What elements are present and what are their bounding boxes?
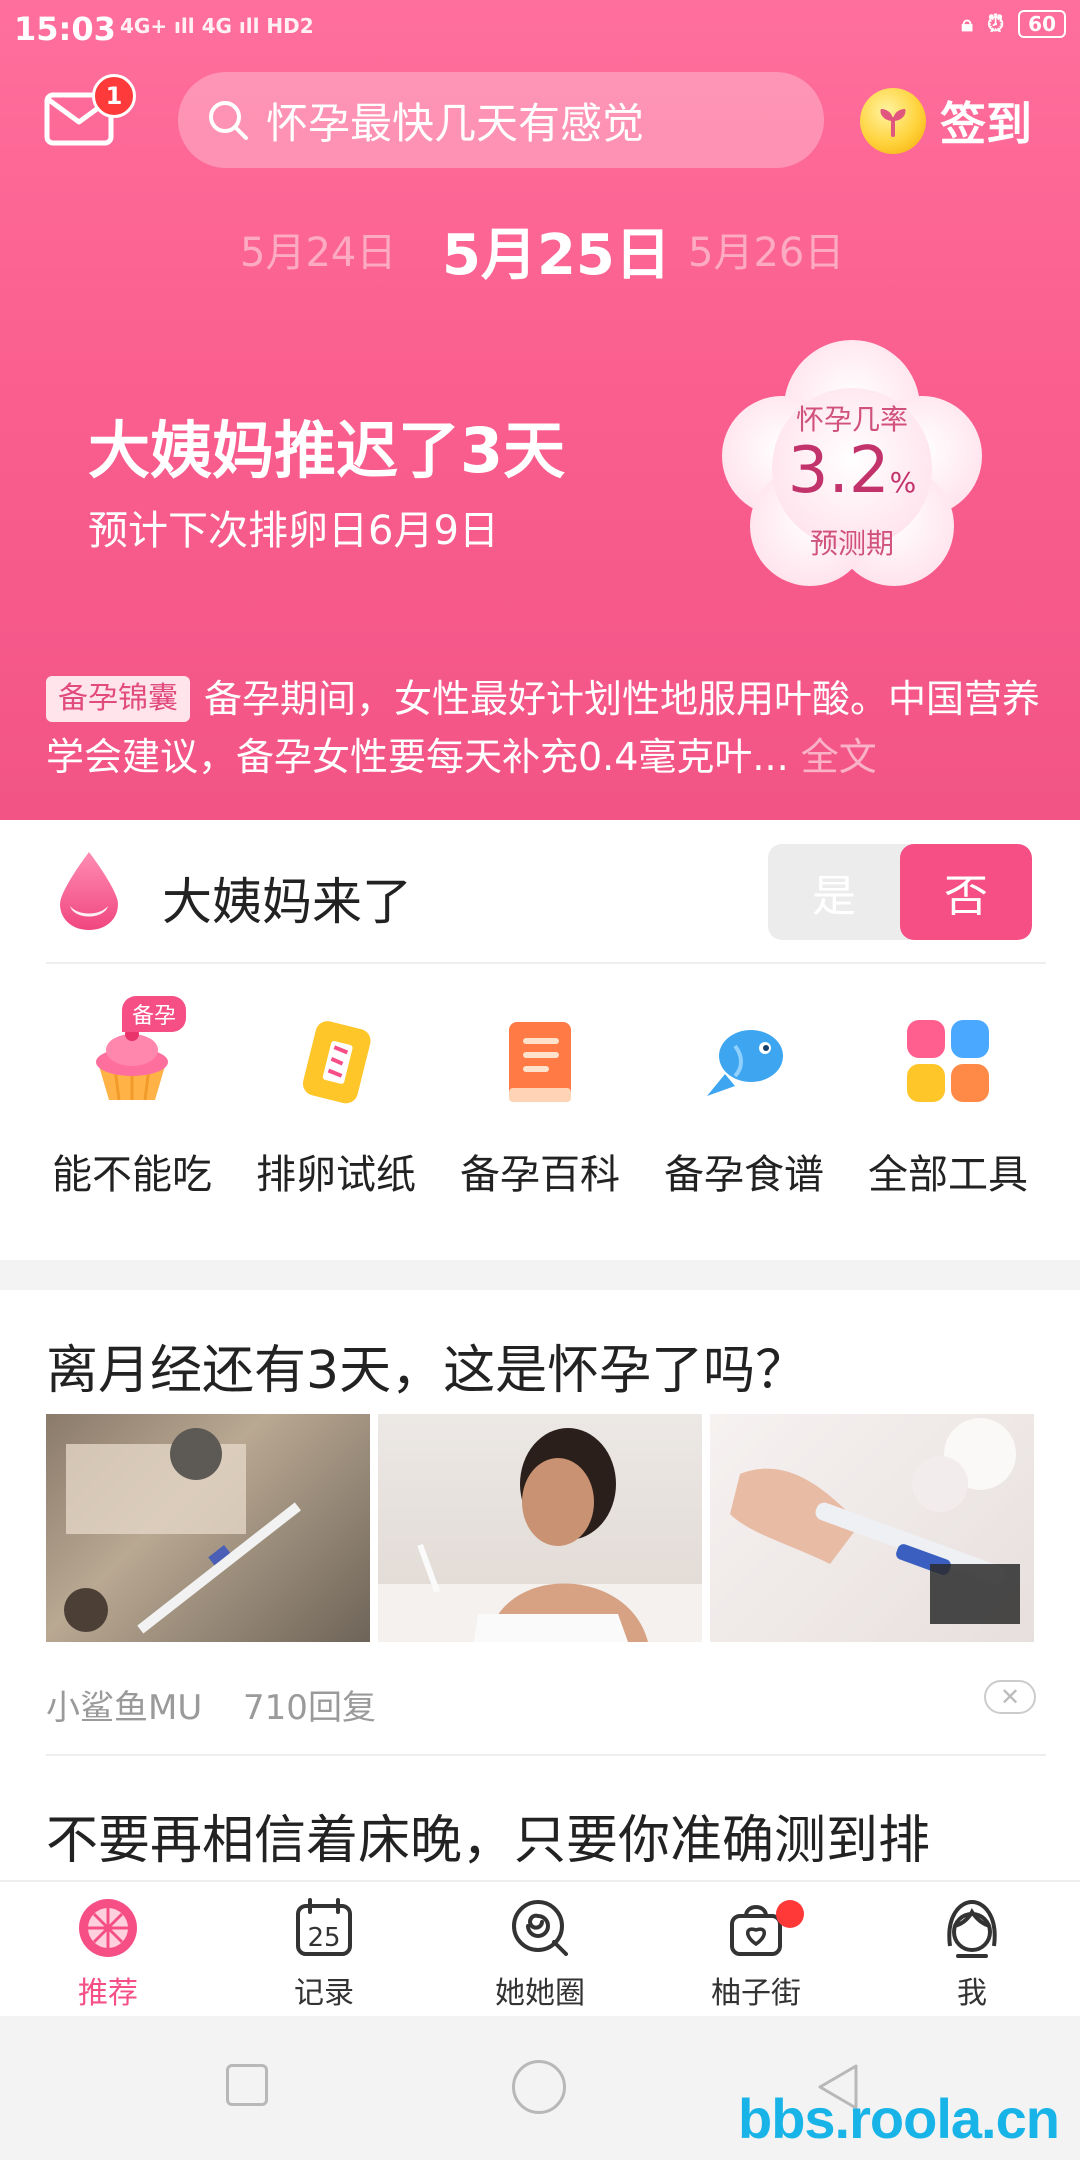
calendar-icon: 25 (296, 1898, 352, 1956)
search-bar[interactable]: 怀孕最快几天有感觉 (178, 72, 824, 168)
tool-label: 备孕食谱 (664, 1152, 824, 1198)
post-title[interactable]: 不要再相信着床晚，只要你准确测到排 (46, 1798, 930, 1873)
toggle-no[interactable]: 否 (900, 844, 1032, 940)
rate-unit: % (889, 466, 917, 499)
tab-community[interactable]: 她她圈 (432, 1882, 648, 2018)
tool-row: 备孕 能不能吃 排卵试纸 备孕百科 备孕食谱 全部工具 (0, 996, 1080, 1236)
rate-value-wrap: 3.2% (722, 434, 982, 508)
divider (46, 962, 1046, 964)
tab-label: 柚子街 (711, 1976, 801, 2011)
test-strip-icon (302, 1021, 371, 1104)
post-replies: 710回复 (243, 1688, 376, 1728)
toggle-yes[interactable]: 是 (768, 844, 900, 940)
date-prev[interactable]: 5月24日 (240, 220, 396, 278)
rate-value: 3.2 (787, 434, 890, 508)
tab-recommend[interactable]: 推荐 (0, 1882, 216, 2018)
period-toggle[interactable]: 是 否 (768, 844, 1032, 940)
grid-icon (907, 1020, 989, 1102)
date-current[interactable]: 5月25日 (442, 210, 671, 291)
rate-phase: 预测期 (809, 527, 894, 560)
hero-panel: 15:03 4G+ ıll 4G ıll HD2 🔒︎ ⏰︎ 60 1 怀孕最快… (0, 0, 1080, 820)
post-title[interactable]: 离月经还有3天，这是怀孕了吗？ (46, 1328, 807, 1403)
mail-button[interactable]: 1 (44, 74, 136, 146)
alarm-icon: ⏰︎ (986, 11, 1005, 37)
tool-recipes[interactable]: 备孕食谱 (642, 996, 846, 1236)
tab-shop[interactable]: 柚子街 (648, 1882, 864, 2018)
signin-label: 签到 (940, 97, 1032, 151)
status-time: 15:03 (14, 10, 116, 48)
coin-icon (860, 88, 926, 154)
tab-label: 记录 (294, 1976, 354, 2011)
search-icon (209, 101, 248, 140)
search-placeholder: 怀孕最快几天有感觉 (266, 98, 645, 148)
notification-dot (776, 1900, 804, 1928)
dismiss-post-button[interactable]: ✕ (984, 1680, 1036, 1714)
pregnancy-rate-badge[interactable]: 怀孕几率 3.2% 预测期 (722, 336, 982, 592)
tab-label: 她她圈 (495, 1976, 585, 2011)
signal-indicator: 4G+ ıll 4G ıll HD2 (120, 14, 314, 38)
status-bar: 15:03 4G+ ıll 4G ıll HD2 🔒︎ ⏰︎ 60 (0, 0, 1080, 56)
post-image[interactable] (378, 1414, 702, 1642)
fish-icon (707, 1030, 783, 1096)
post-images[interactable] (46, 1414, 1034, 1642)
battery-indicator: 60 (1018, 10, 1066, 38)
tab-me[interactable]: 我 (864, 1882, 1080, 2018)
rate-label: 怀孕几率 (795, 403, 908, 436)
tip-text: 备孕期间，女性最好计划性地服用叶酸。中国营养学会建议，备孕女性要每天补充0.4毫… (46, 677, 1041, 779)
period-delay-text: 大姨妈推迟了3天 (88, 414, 566, 487)
bottom-nav: 推荐 25 记录 她她圈 柚子街 我 (0, 1880, 1080, 2016)
post-image[interactable] (46, 1414, 370, 1642)
drop-icon (60, 852, 118, 930)
status-right: 🔒︎ ⏰︎ 60 (961, 10, 1066, 38)
tool-all[interactable]: 全部工具 (846, 996, 1050, 1236)
tab-label: 我 (957, 1976, 987, 2011)
post-author[interactable]: 小鲨鱼MU (46, 1688, 202, 1728)
post-meta: 小鲨鱼MU 710回复 (46, 1680, 406, 1729)
tool-encyclopedia[interactable]: 备孕百科 (438, 996, 642, 1236)
lock-icon: 🔒︎ (961, 11, 973, 37)
tool-label: 全部工具 (868, 1152, 1028, 1198)
book-icon (509, 1022, 571, 1102)
spiral-icon (512, 1900, 568, 1956)
tool-label: 能不能吃 (52, 1152, 212, 1198)
tool-ovulation-strip[interactable]: 排卵试纸 (234, 996, 438, 1236)
date-next[interactable]: 5月26日 (688, 220, 844, 278)
date-selector: 5月24日 5月25日 5月26日 (0, 210, 1080, 288)
recents-button[interactable] (226, 2064, 268, 2106)
tip-banner[interactable]: 备孕锦囊 备孕期间，女性最好计划性地服用叶酸。中国营养学会建议，备孕女性要每天补充… (46, 670, 1046, 786)
feed: 离月经还有3天，这是怀孕了吗？ 小鲨鱼MU 710回复 ✕ 不要再相信着床晚，只… (0, 1290, 1080, 1880)
tab-label: 推荐 (78, 1976, 138, 2011)
home-button[interactable] (512, 2060, 566, 2114)
tab-record[interactable]: 25 记录 (216, 1882, 432, 2018)
watermark: bbs.roola.cn (738, 2087, 1060, 2150)
signin-button[interactable]: 签到 (860, 86, 1032, 156)
post-image[interactable] (710, 1414, 1034, 1642)
period-card: 大姨妈来了 是 否 备孕 能不能吃 排卵试纸 备孕百科 备孕食谱 全部工具 (0, 820, 1080, 1260)
next-ovulation-text: 预计下次排卵日6月9日 (88, 508, 499, 554)
close-icon: ✕ (999, 1683, 1021, 1711)
grapefruit-icon (79, 1899, 137, 1957)
divider (46, 1754, 1046, 1756)
user-icon (947, 1899, 997, 1958)
tip-more-link[interactable]: 全文 (801, 735, 877, 779)
period-title: 大姨妈来了 (162, 873, 412, 931)
mail-badge: 1 (92, 74, 136, 118)
tool-badge: 备孕 (122, 996, 187, 1032)
tip-tag: 备孕锦囊 (46, 676, 190, 722)
tool-label: 排卵试纸 (256, 1152, 416, 1198)
calendar-date: 25 (307, 1923, 340, 1953)
tool-label: 备孕百科 (460, 1152, 620, 1198)
tool-can-eat[interactable]: 备孕 能不能吃 (30, 996, 234, 1236)
